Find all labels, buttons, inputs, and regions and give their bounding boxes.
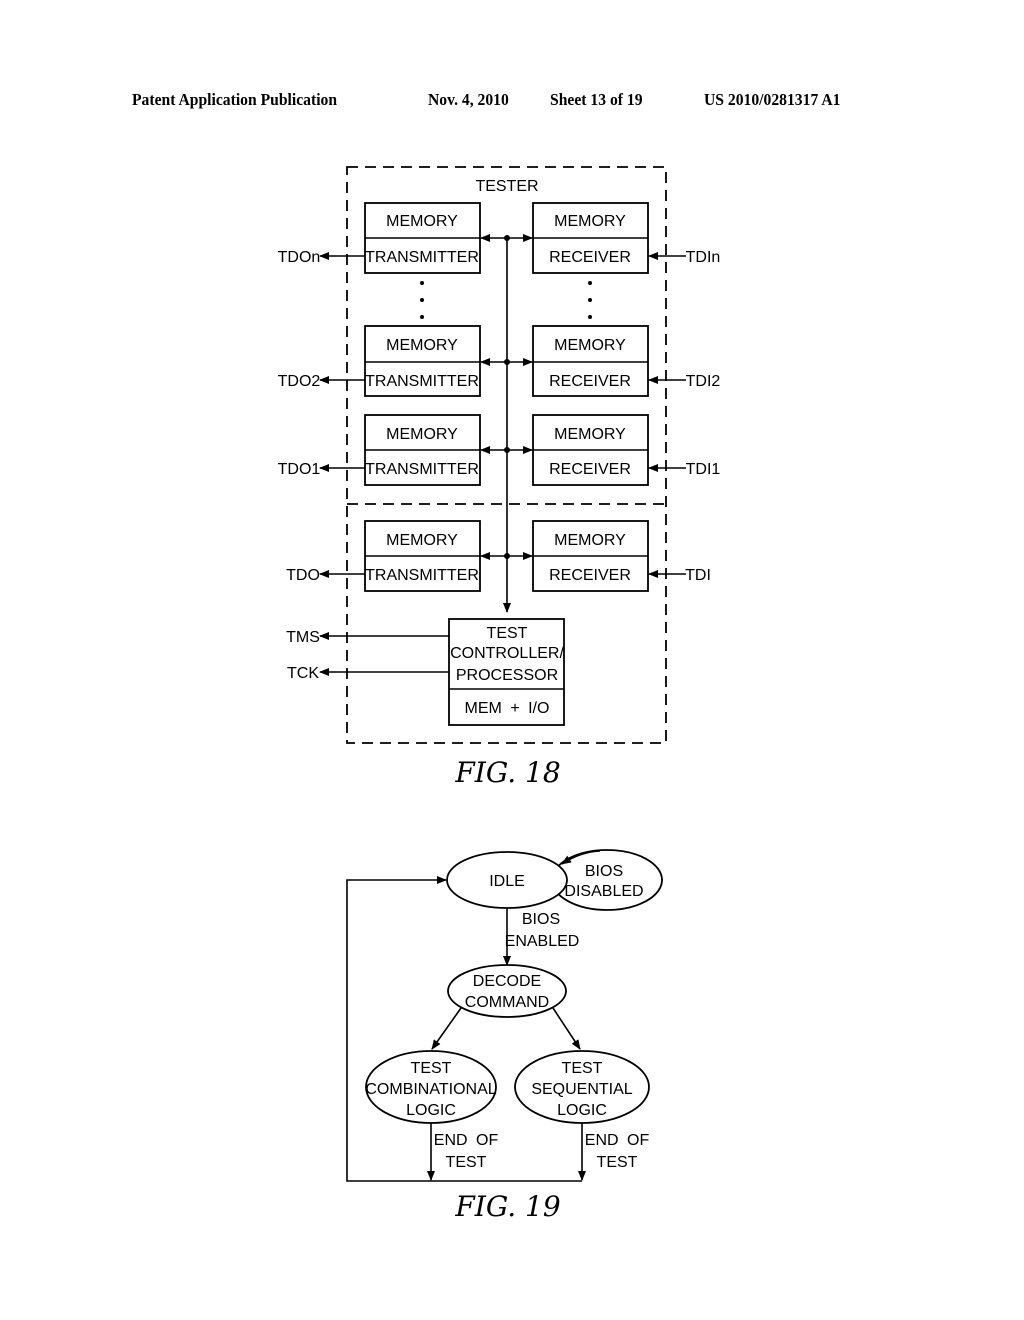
end-of-test-left-line1: END OF: [434, 1132, 499, 1149]
tdo-label: TDO: [286, 567, 320, 584]
memory-label: MEMORY: [554, 213, 626, 230]
receiver-label: RECEIVER: [549, 249, 631, 266]
transmitter-label: TRANSMITTER: [365, 373, 479, 390]
decode-line1: DECODE: [473, 973, 541, 990]
comb-line1: TEST: [411, 1060, 452, 1077]
controller-mem-io: MEM + I/O: [465, 700, 550, 717]
patent-figures: TESTER MEMORY TRANSMITTER MEMORY RECEIVE…: [278, 166, 721, 1223]
transmitter-label: TRANSMITTER: [365, 249, 479, 266]
seq-line3: LOGIC: [557, 1102, 607, 1119]
idle-label: IDLE: [489, 873, 525, 890]
receiver-label: RECEIVER: [549, 373, 631, 390]
seq-line2: SEQUENTIAL: [531, 1081, 632, 1098]
memory-label: MEMORY: [554, 337, 626, 354]
channel-row-n: MEMORY TRANSMITTER MEMORY RECEIVER TDOn …: [278, 202, 721, 274]
tck-label: TCK: [287, 665, 319, 682]
tdi-label: TDI1: [686, 461, 721, 478]
fig18-caption: FIG. 18: [454, 756, 560, 789]
controller-line2: CONTROLLER/: [450, 645, 564, 662]
controller-line3: PROCESSOR: [456, 667, 558, 684]
transmitter-label: TRANSMITTER: [365, 567, 479, 584]
fig19-caption: FIG. 19: [454, 1190, 560, 1223]
bios-disabled-line2: DISABLED: [564, 883, 643, 900]
channel-row-1: MEMORY TRANSMITTER MEMORY RECEIVER TDO1 …: [278, 414, 721, 486]
tdi-label: TDI: [685, 567, 711, 584]
bios-disabled-line1: BIOS: [585, 863, 623, 880]
memory-label: MEMORY: [386, 213, 458, 230]
seq-line1: TEST: [562, 1060, 603, 1077]
end-of-test-right-line1: END OF: [585, 1132, 650, 1149]
memory-label: MEMORY: [554, 426, 626, 443]
channel-row-0: MEMORY TRANSMITTER MEMORY RECEIVER TDO T…: [286, 520, 711, 592]
fig18: TESTER MEMORY TRANSMITTER MEMORY RECEIVE…: [278, 166, 721, 789]
to-sequential-arrow: [552, 1007, 581, 1050]
end-of-test-right-line2: TEST: [597, 1154, 638, 1171]
bios-enabled-line1: BIOS: [522, 911, 560, 928]
fig19: BIOS DISABLED IDLE BIOS ENABLED DECODE C…: [346, 849, 663, 1223]
controller-line1: TEST: [487, 625, 528, 642]
transmitter-label: TRANSMITTER: [365, 461, 479, 478]
memory-label: MEMORY: [386, 426, 458, 443]
tms-label: TMS: [286, 629, 320, 646]
test-controller-block: TEST CONTROLLER/ PROCESSOR MEM + I/O TMS…: [286, 618, 565, 726]
tdi-label: TDIn: [686, 249, 721, 266]
decode-line2: COMMAND: [465, 994, 549, 1011]
tdo-label: TDO1: [278, 461, 321, 478]
tdo-label: TDO2: [278, 373, 321, 390]
comb-line2: COMBINATIONAL: [365, 1081, 496, 1098]
receiver-label: RECEIVER: [549, 461, 631, 478]
tester-label: TESTER: [475, 178, 538, 195]
ellipsis-dots: [420, 281, 592, 319]
memory-label: MEMORY: [386, 532, 458, 549]
comb-line3: LOGIC: [406, 1102, 456, 1119]
channel-row-2: MEMORY TRANSMITTER MEMORY RECEIVER TDO2 …: [278, 325, 721, 397]
end-of-test-left-line2: TEST: [446, 1154, 487, 1171]
to-combinational-arrow: [431, 1007, 462, 1050]
memory-label: MEMORY: [386, 337, 458, 354]
bios-enabled-line2: ENABLED: [505, 933, 580, 950]
memory-label: MEMORY: [554, 532, 626, 549]
receiver-label: RECEIVER: [549, 567, 631, 584]
state-bios-disabled: [551, 849, 663, 911]
tdi-label: TDI2: [686, 373, 721, 390]
tdo-label: TDOn: [278, 249, 321, 266]
